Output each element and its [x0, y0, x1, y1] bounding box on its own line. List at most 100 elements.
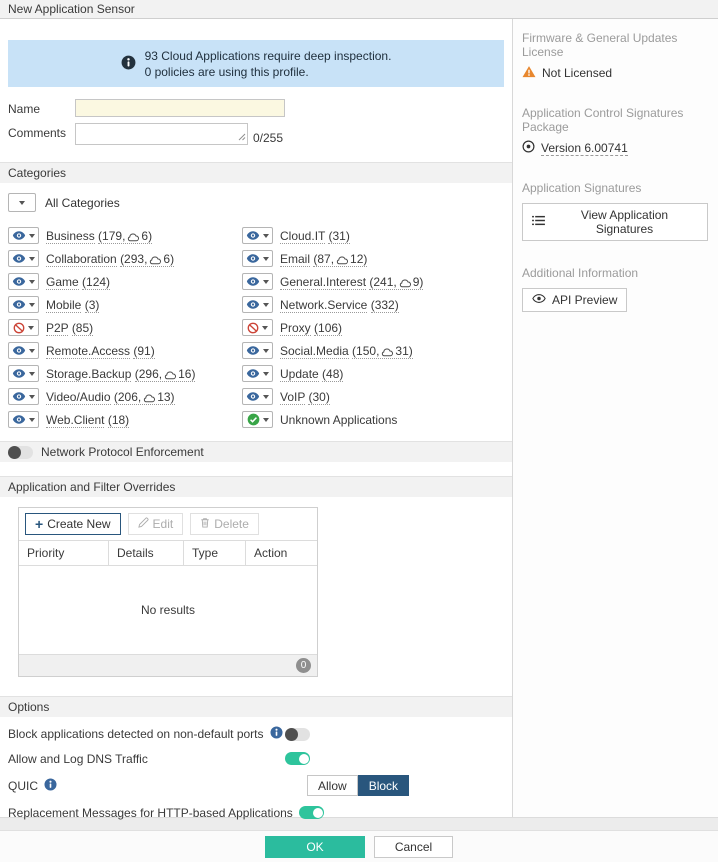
trash-icon [200, 517, 210, 531]
category-name[interactable]: Remote.Access [46, 343, 131, 359]
category-count[interactable]: (85) [71, 320, 94, 336]
resize-handle-icon[interactable] [238, 130, 246, 144]
category-count[interactable]: (241, 9) [369, 274, 424, 290]
option-block-non-default-row: Block applications detected on non-defau… [8, 726, 504, 742]
category-filter-dropdown[interactable] [8, 193, 36, 212]
category-row: Email (87, 12) [242, 247, 504, 270]
name-label: Name [8, 102, 41, 116]
category-name[interactable]: Cloud.IT [280, 228, 326, 244]
category-action-button[interactable] [242, 342, 273, 359]
category-action-button[interactable] [8, 411, 39, 428]
overrides-table-header: Priority Details Type Action [19, 540, 317, 566]
quic-allow-button[interactable]: Allow [307, 775, 358, 796]
category-count[interactable]: (124) [82, 274, 111, 290]
category-name[interactable]: General.Interest [280, 274, 367, 290]
category-count[interactable]: (48) [322, 366, 344, 382]
signatures-package-version[interactable]: Version 6.00741 [541, 141, 628, 156]
category-action-button[interactable] [242, 388, 273, 405]
name-input[interactable] [75, 99, 285, 117]
category-name[interactable]: Email [280, 251, 311, 267]
category-action-button[interactable] [242, 227, 273, 244]
category-action-button[interactable] [8, 388, 39, 405]
column-header-priority[interactable]: Priority [19, 541, 109, 565]
eye-icon [246, 254, 260, 263]
ok-button[interactable]: OK [265, 835, 365, 858]
column-header-details[interactable]: Details [109, 541, 184, 565]
category-action-button[interactable] [8, 227, 39, 244]
category-count[interactable]: (31) [328, 228, 350, 244]
category-name[interactable]: Business [46, 228, 95, 244]
category-action-button[interactable] [8, 296, 39, 313]
category-name[interactable]: Update [280, 366, 319, 382]
network-protocol-label: Network Protocol Enforcement [41, 445, 204, 459]
category-count[interactable]: (150, 31) [352, 343, 413, 359]
eye-icon [12, 346, 26, 355]
chevron-down-icon [263, 371, 269, 376]
eye-icon [246, 277, 260, 286]
category-action-button[interactable] [242, 273, 273, 290]
category-row: Remote.Access (91) [8, 339, 242, 362]
comments-input[interactable] [75, 123, 248, 145]
category-name[interactable]: Storage.Backup [46, 366, 132, 382]
category-count[interactable]: (30) [308, 389, 330, 405]
chevron-down-icon [262, 325, 268, 330]
category-name[interactable]: Network.Service [280, 297, 368, 313]
app-signatures-heading: Application Signatures [522, 181, 642, 195]
category-action-button[interactable] [8, 319, 39, 336]
column-header-type[interactable]: Type [184, 541, 246, 565]
category-action-button[interactable] [8, 342, 39, 359]
info-sidebar: Firmware & General Updates License Not L… [513, 19, 718, 817]
create-new-button[interactable]: + Create New [25, 513, 121, 535]
category-count[interactable]: (179, 6) [98, 228, 153, 244]
category-name[interactable]: Video/Audio [46, 389, 111, 405]
category-name[interactable]: Web.Client [46, 412, 105, 428]
cloud-icon [144, 394, 156, 402]
replacement-messages-toggle[interactable] [298, 806, 324, 819]
category-name[interactable]: VoIP [280, 389, 306, 405]
category-name[interactable]: Unknown Applications [280, 413, 397, 427]
network-protocol-toggle[interactable] [8, 445, 33, 459]
category-row: Video/Audio (206, 13) [8, 385, 242, 408]
category-action-button[interactable] [242, 296, 273, 313]
category-action-button[interactable] [8, 250, 39, 267]
category-action-button[interactable] [242, 319, 273, 336]
column-header-action[interactable]: Action [246, 541, 317, 565]
category-action-button[interactable] [8, 273, 39, 290]
delete-button[interactable]: Delete [190, 513, 259, 535]
api-preview-button[interactable]: API Preview [522, 288, 628, 312]
category-action-button[interactable] [242, 250, 273, 267]
category-action-button[interactable] [242, 411, 273, 428]
quic-block-button[interactable]: Block [357, 775, 410, 796]
category-name[interactable]: Collaboration [46, 251, 117, 267]
overrides-table-footer: 0 [19, 654, 317, 676]
category-count[interactable]: (296, 16) [134, 366, 196, 382]
edit-button[interactable]: Edit [127, 513, 184, 535]
category-count[interactable]: (293, 6) [120, 251, 175, 267]
eye-icon [246, 369, 260, 378]
category-action-button[interactable] [8, 365, 39, 382]
categories-column-left: Business (179, 6) Collaboration (293, 6) Gam… [8, 224, 242, 431]
pencil-icon [137, 517, 149, 531]
category-count[interactable]: (332) [370, 297, 399, 313]
block-non-default-toggle[interactable] [285, 727, 310, 741]
window-title: New Application Sensor [0, 0, 718, 19]
category-name[interactable]: P2P [46, 320, 69, 336]
category-count[interactable]: (87, 12) [313, 251, 368, 267]
category-count[interactable]: (91) [133, 343, 155, 359]
category-name[interactable]: Social.Media [280, 343, 349, 359]
chevron-down-icon [263, 279, 269, 284]
category-count[interactable]: (106) [314, 320, 343, 336]
category-count[interactable]: (18) [107, 412, 130, 428]
category-name[interactable]: Mobile [46, 297, 82, 313]
category-count[interactable]: (3) [84, 297, 100, 313]
chevron-down-icon [29, 417, 35, 422]
category-count[interactable]: (206, 13) [113, 389, 175, 405]
category-name[interactable]: Game [46, 274, 79, 290]
dns-toggle[interactable] [285, 752, 310, 765]
category-row: Collaboration (293, 6) [8, 247, 242, 270]
cancel-button[interactable]: Cancel [374, 835, 453, 858]
cloud-icon [128, 233, 140, 241]
category-action-button[interactable] [242, 365, 273, 382]
view-application-signatures-button[interactable]: View Application Signatures [522, 203, 708, 241]
category-name[interactable]: Proxy [280, 320, 311, 336]
